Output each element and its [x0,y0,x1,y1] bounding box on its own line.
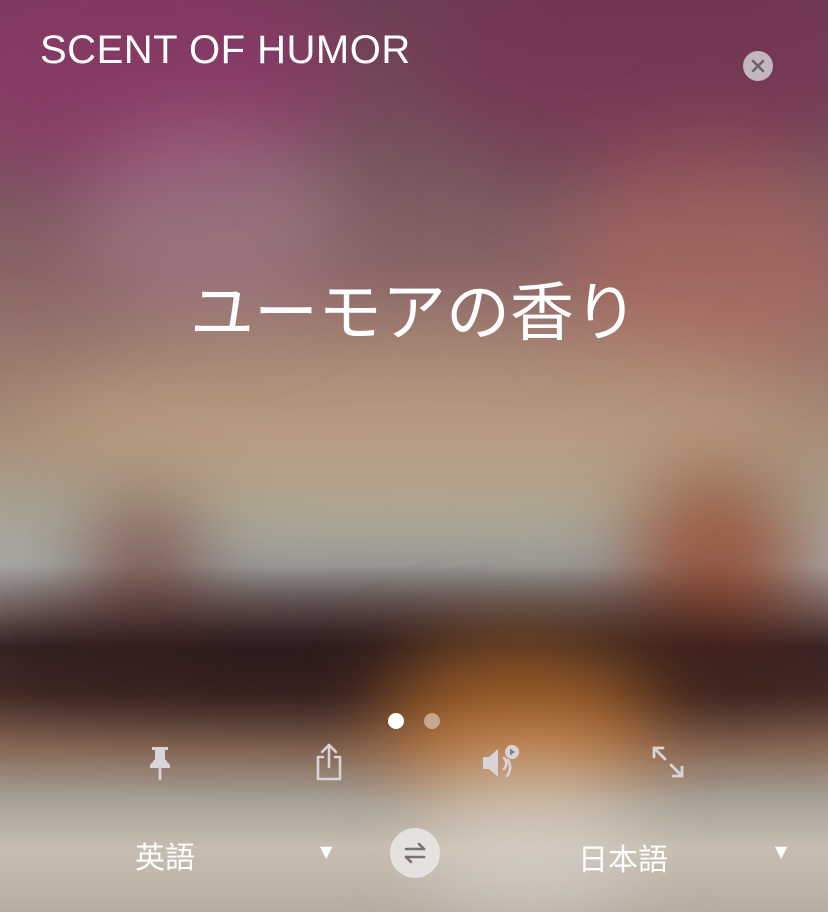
close-icon [751,59,765,73]
pin-button[interactable] [132,734,188,790]
target-language-selector[interactable]: 日本語 [578,835,668,879]
expand-icon [652,746,684,778]
page-dot-1[interactable] [388,713,404,729]
source-language-caret-icon[interactable]: ▼ [320,842,332,861]
page-indicator[interactable] [388,713,440,729]
translated-text: ユーモアの香り [190,277,638,351]
share-button[interactable] [301,734,357,790]
swap-icon [404,842,426,864]
pin-icon [150,747,170,780]
source-language-selector[interactable]: 英語 [135,833,195,877]
target-language-caret-icon[interactable]: ▼ [775,842,787,861]
blurred-background [0,0,828,912]
page-dot-2[interactable] [424,713,440,729]
expand-button[interactable] [640,734,696,790]
swap-languages-button[interactable] [390,828,440,878]
speaker-icon [483,745,519,778]
speak-button[interactable] [472,734,528,790]
source-text: SCENT OF HUMOR [40,28,411,72]
close-button[interactable] [743,51,773,81]
share-icon [316,743,342,781]
